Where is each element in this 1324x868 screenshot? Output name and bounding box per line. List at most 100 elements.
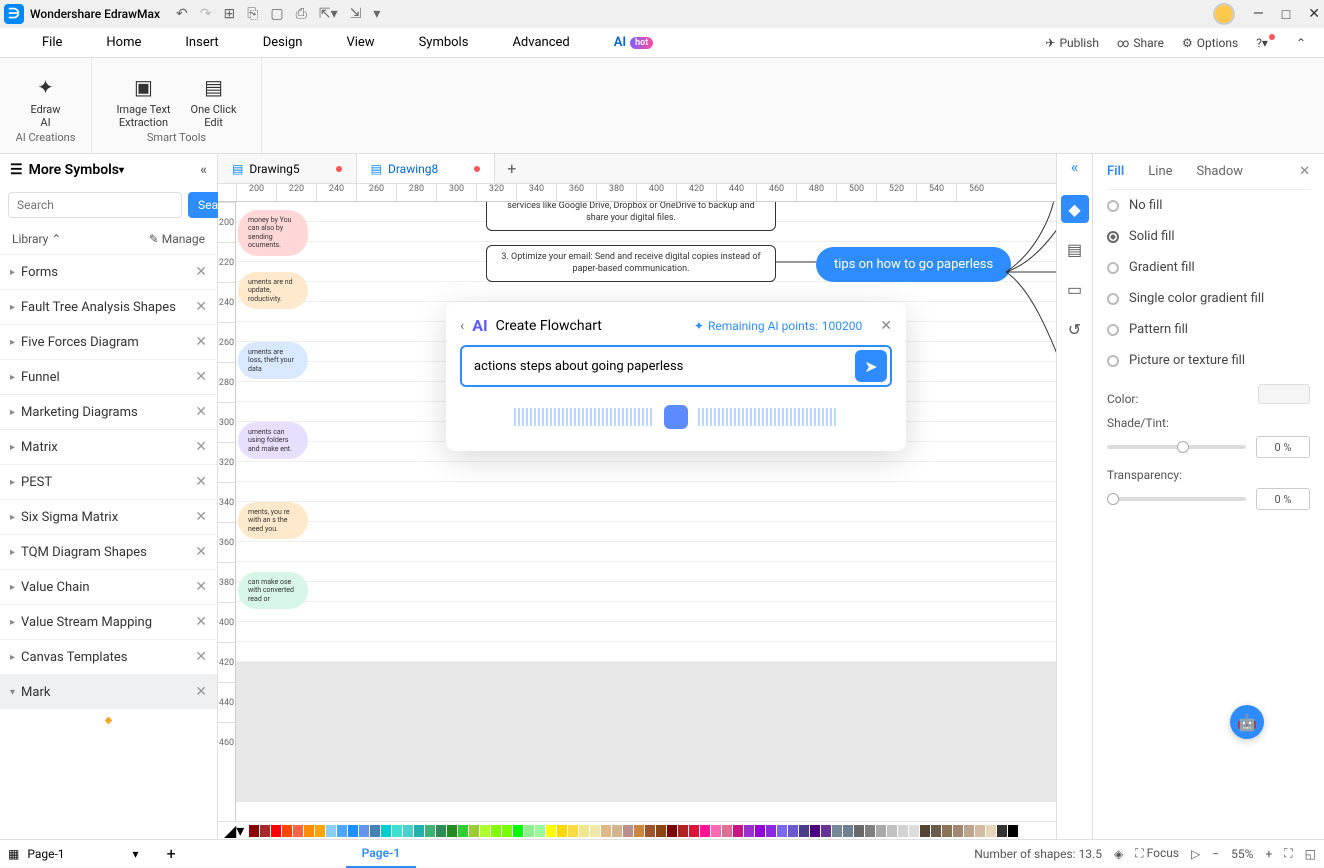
mindmap-node[interactable]: uments are loss, theft your data (238, 342, 308, 379)
color-swatch[interactable] (623, 825, 633, 837)
close-icon[interactable]: ✕ (195, 299, 207, 315)
color-swatch[interactable] (502, 825, 512, 837)
tab-fill[interactable]: Fill (1107, 164, 1124, 179)
save-icon[interactable]: ▢ (270, 6, 283, 22)
color-swatch[interactable] (733, 825, 743, 837)
mark-symbol[interactable]: ◆ (0, 709, 217, 732)
page-tab[interactable]: Page-1 (346, 840, 417, 868)
lib-item-marketing[interactable]: ▸Marketing Diagrams✕ (0, 394, 217, 429)
image-text-extract-button[interactable]: ▣Image Text Extraction (116, 75, 170, 129)
lib-item-pest[interactable]: ▸PEST✕ (0, 464, 217, 499)
color-swatch[interactable] (667, 825, 677, 837)
send-button[interactable]: ➤ (855, 350, 887, 382)
chevron-down-icon[interactable]: ▾ (133, 847, 139, 861)
more-icon[interactable]: ▾ (373, 6, 380, 22)
lib-item-tqm[interactable]: ▸TQM Diagram Shapes✕ (0, 534, 217, 569)
color-swatch[interactable] (788, 825, 798, 837)
color-swatch[interactable] (293, 825, 303, 837)
manage-button[interactable]: ✎ Manage (149, 232, 205, 246)
color-swatch[interactable] (1019, 825, 1029, 837)
color-swatch[interactable] (315, 825, 325, 837)
fit-page-icon[interactable]: ⛶ (1284, 846, 1292, 861)
color-swatch[interactable] (524, 825, 534, 837)
color-swatch[interactable] (898, 825, 908, 837)
lib-item-mark[interactable]: ▾Mark✕ (0, 674, 217, 709)
mindmap-root[interactable]: tips on how to go paperless (816, 247, 1011, 282)
color-swatch[interactable] (403, 825, 413, 837)
edraw-ai-button[interactable]: ✦Edraw AI (30, 75, 60, 129)
export-icon[interactable]: ⇱▾ (319, 6, 338, 22)
fill-single-gradient[interactable]: Single color gradient fill (1107, 283, 1310, 314)
avatar[interactable] (1213, 3, 1235, 25)
color-swatch[interactable] (249, 825, 259, 837)
color-swatch[interactable] (722, 825, 732, 837)
color-swatch[interactable] (865, 825, 875, 837)
color-swatch[interactable] (931, 825, 941, 837)
close-icon[interactable]: ✕ (195, 509, 207, 525)
focus-button[interactable]: ⛶ Focus (1135, 846, 1179, 861)
color-swatch[interactable] (579, 825, 589, 837)
color-swatch[interactable] (469, 825, 479, 837)
color-swatch[interactable] (491, 825, 501, 837)
mindmap-node[interactable]: uments are nd update, roductivity. (238, 272, 308, 309)
style-tool[interactable]: ◆ (1061, 195, 1089, 223)
color-swatch[interactable] (876, 825, 886, 837)
tab-drawing8[interactable]: ▤Drawing8 (357, 154, 496, 183)
close-icon[interactable]: ✕ (195, 264, 207, 280)
close-icon[interactable]: ✕ (195, 544, 207, 560)
import-icon[interactable]: ⇲ (350, 6, 362, 22)
color-swatch[interactable] (766, 825, 776, 837)
lib-item-forms[interactable]: ▸Forms✕ (0, 254, 217, 289)
add-tab-button[interactable]: + (495, 159, 528, 178)
color-swatch[interactable] (744, 825, 754, 837)
color-swatch[interactable] (953, 825, 963, 837)
help-button[interactable]: ?▾ (1256, 36, 1278, 50)
color-swatch[interactable] (436, 825, 446, 837)
color-swatch[interactable] (381, 825, 391, 837)
color-swatch[interactable] (711, 825, 721, 837)
color-swatch[interactable] (326, 825, 336, 837)
zoom-value[interactable]: 55% (1231, 847, 1253, 861)
color-swatch[interactable] (909, 825, 919, 837)
color-swatch[interactable] (392, 825, 402, 837)
menu-design[interactable]: Design (241, 28, 325, 57)
fill-solid[interactable]: Solid fill (1107, 221, 1310, 252)
color-swatch[interactable] (634, 825, 644, 837)
color-swatch[interactable] (1008, 825, 1018, 837)
library-toggle[interactable]: Library ⌃ (12, 232, 61, 246)
transparency-slider[interactable] (1107, 497, 1246, 501)
mindmap-node[interactable]: can make ose with converted read or (238, 572, 308, 609)
close-icon[interactable]: ✕ (195, 614, 207, 630)
color-swatch[interactable] (414, 825, 424, 837)
close-icon[interactable]: ✕ (880, 318, 892, 334)
mindmap-node[interactable]: money by You can also by sending ocument… (238, 210, 308, 256)
color-swatch[interactable] (854, 825, 864, 837)
mindmap-node[interactable]: uments can using folders and make ent. (238, 422, 308, 459)
color-swatch[interactable] (920, 825, 930, 837)
present-tool[interactable]: ▭ (1061, 275, 1089, 303)
back-icon[interactable]: ‹ (460, 318, 464, 334)
collapse-ribbon-icon[interactable]: ⌃ (1296, 36, 1306, 50)
color-swatch[interactable] (590, 825, 600, 837)
menu-insert[interactable]: Insert (163, 28, 240, 57)
close-icon[interactable]: ✕ (195, 439, 207, 455)
lib-item-value-chain[interactable]: ▸Value Chain✕ (0, 569, 217, 604)
color-swatch[interactable] (304, 825, 314, 837)
color-swatch[interactable] (458, 825, 468, 837)
color-swatch[interactable] (821, 825, 831, 837)
history-tool[interactable]: ↺ (1061, 315, 1089, 343)
share-button[interactable]: ∞ Share (1117, 36, 1164, 50)
color-swatch[interactable] (810, 825, 820, 837)
color-swatch[interactable] (370, 825, 380, 837)
close-icon[interactable]: ✕ (1299, 164, 1310, 179)
color-swatch[interactable] (755, 825, 765, 837)
mindmap-node[interactable]: ments, you re with an s the need you. (238, 502, 308, 539)
close-icon[interactable]: ✕ (195, 334, 207, 350)
fill-gradient[interactable]: Gradient fill (1107, 252, 1310, 283)
canvas[interactable]: money by You can also by sending ocument… (236, 202, 1056, 821)
menu-symbols[interactable]: Symbols (397, 28, 491, 57)
shade-slider[interactable] (1107, 445, 1246, 449)
lib-item-five-forces[interactable]: ▸Five Forces Diagram✕ (0, 324, 217, 359)
color-swatch[interactable] (777, 825, 787, 837)
lib-item-funnel[interactable]: ▸Funnel✕ (0, 359, 217, 394)
